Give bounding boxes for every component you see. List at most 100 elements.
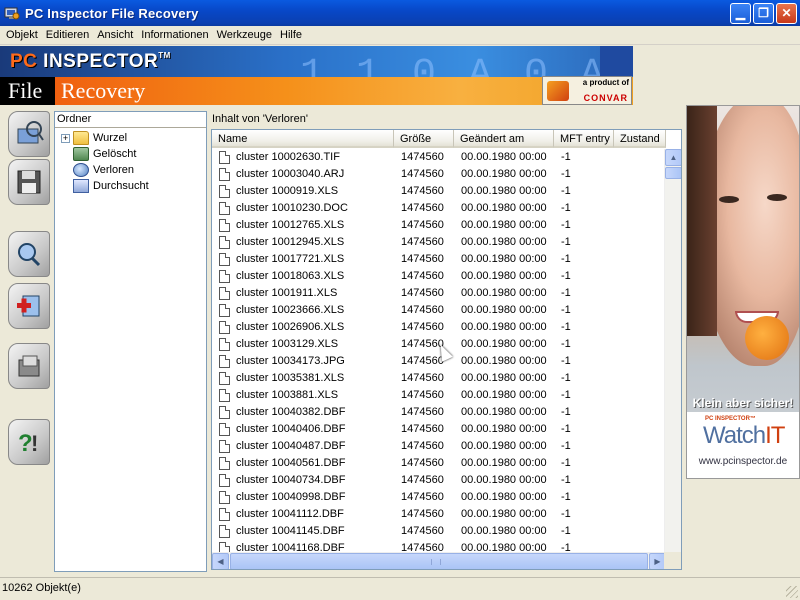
scroll-up-button[interactable]: ▲ [665,149,681,166]
menu-editieren[interactable]: Editieren [42,29,93,41]
banner-decoration [600,46,633,76]
expand-icon[interactable]: + [61,133,70,143]
folder-panel: Ordner + Wurzel Gelöscht Verloren Durchs… [54,111,207,572]
watchit-logo: PC INSPECTOR™ WatchIT www.pcinspector.de [687,412,799,478]
add-file-button[interactable] [6,281,52,331]
scroll-left-button[interactable]: ◀ [212,553,229,569]
modified-date-cell: 00.00.1980 00:00 [461,202,547,214]
file-icon [219,457,230,470]
maximize-button[interactable]: ❐ [753,2,774,24]
column-header-modified[interactable]: Geändert am [454,130,554,148]
table-row[interactable]: cluster 10040998.DBF 1474560 00.00.1980 00… [212,489,666,506]
column-header-state[interactable]: Zustand [614,130,666,148]
file-size-cell: 1474560 [401,185,444,197]
file-icon [219,474,230,487]
file-size-cell: 1474560 [401,508,444,520]
advertisement-banner[interactable]: Klein aber sicher! PC INSPECTOR™ WatchIT… [686,105,800,479]
minimize-button[interactable]: ▁ [730,2,751,24]
table-row[interactable]: cluster 10035381.XLS 1474560 00.00.1980 00… [212,370,666,387]
tree-item-geloescht[interactable]: Gelöscht [55,146,206,162]
modified-date-cell: 00.00.1980 00:00 [461,236,547,248]
table-row[interactable]: cluster 10040734.DBF 1474560 00.00.1980 00… [212,472,666,489]
table-row[interactable]: cluster 10012945.XLS 1474560 00.00.1980 00… [212,234,666,251]
file-name-cell: cluster 1003881.XLS [236,389,339,401]
file-size-cell: 1474560 [401,474,444,486]
tree-item-durchsucht[interactable]: Durchsucht [55,178,206,194]
file-name-cell: cluster 10003040.ARJ [236,168,345,180]
table-row[interactable]: cluster 1000919.XLS 1474560 00.00.1980 00:… [212,183,666,200]
table-row[interactable]: cluster 10040406.DBF 1474560 00.00.1980 00… [212,421,666,438]
file-name-cell: cluster 10012765.XLS [236,219,345,231]
table-row[interactable]: cluster 1003881.XLS 1474560 00.00.1980 00:… [212,387,666,404]
file-icon [219,440,230,453]
arrow-up-icon: ▲ [669,153,678,162]
open-folder-button[interactable] [6,341,52,391]
modified-date-cell: 00.00.1980 00:00 [461,338,547,350]
menu-informationen[interactable]: Informationen [137,29,212,41]
file-size-cell: 1474560 [401,304,444,316]
file-size-cell: 1474560 [401,253,444,265]
table-row[interactable]: cluster 10002630.TIF 1474560 00.00.1980 00… [212,149,666,166]
modified-date-cell: 00.00.1980 00:00 [461,168,547,180]
vertical-scrollbar[interactable]: ▲ ▼ [664,149,681,569]
horizontal-scrollbar[interactable]: ◀ ▶ [212,552,666,569]
column-header-size[interactable]: Größe [394,130,454,148]
tree-item-wurzel[interactable]: + Wurzel [55,130,206,146]
table-row[interactable]: cluster 10010230.DOC 1474560 00.00.1980 00… [212,200,666,217]
scan-drive-button[interactable] [6,109,52,159]
close-button[interactable]: ✕ [776,2,797,24]
file-name-cell: cluster 10018063.XLS [236,270,345,282]
table-row[interactable]: cluster 10023666.XLS 1474560 00.00.1980 00… [212,302,666,319]
ad-url[interactable]: www.pcinspector.de [687,456,799,467]
table-row[interactable]: cluster 10018063.XLS 1474560 00.00.1980 00… [212,268,666,285]
save-button[interactable] [6,157,52,207]
file-icon [219,372,230,385]
table-row[interactable]: cluster 10026906.XLS 1474560 00.00.1980 00… [212,319,666,336]
menu-ansicht[interactable]: Ansicht [93,29,137,41]
mft-entry-cell: -1 [561,185,571,197]
column-header-name[interactable]: Name [212,130,394,148]
modified-date-cell: 00.00.1980 00:00 [461,491,547,503]
file-size-cell: 1474560 [401,270,444,282]
mft-entry-cell: -1 [561,151,571,163]
mft-entry-cell: -1 [561,270,571,282]
mft-entry-cell: -1 [561,355,571,367]
table-row[interactable]: cluster 10040487.DBF 1474560 00.00.1980 00… [212,438,666,455]
find-button[interactable] [6,229,52,279]
file-size-cell: 1474560 [401,168,444,180]
resize-grip-icon[interactable] [786,586,798,598]
file-icon [219,168,230,181]
horizontal-scroll-thumb[interactable] [230,553,648,569]
modified-date-cell: 00.00.1980 00:00 [461,270,547,282]
table-row[interactable]: cluster 10040561.DBF 1474560 00.00.1980 00… [212,455,666,472]
table-row[interactable]: cluster 10041112.DBF 1474560 00.00.1980 00… [212,506,666,523]
tree-item-verloren[interactable]: Verloren [55,162,206,178]
folder-tree: + Wurzel Gelöscht Verloren Durchsucht [55,128,206,194]
modified-date-cell: 00.00.1980 00:00 [461,304,547,316]
table-row[interactable]: cluster 10041145.DBF 1474560 00.00.1980 00… [212,523,666,540]
vertical-scroll-thumb[interactable] [665,167,681,179]
table-row[interactable]: cluster 10003040.ARJ 1474560 00.00.1980 00… [212,166,666,183]
table-row[interactable]: cluster 10017721.XLS 1474560 00.00.1980 00… [212,251,666,268]
app-icon[interactable] [4,5,20,21]
table-row[interactable]: cluster 10012765.XLS 1474560 00.00.1980 00… [212,217,666,234]
menu-hilfe[interactable]: Hilfe [276,29,306,41]
help-button[interactable]: ?! [6,417,52,467]
object-count: 10262 Objekt(e) [2,582,81,594]
ad-tagline: Klein aber sicher! [692,396,794,410]
modified-date-cell: 00.00.1980 00:00 [461,219,547,231]
menu-werkzeuge[interactable]: Werkzeuge [213,29,276,41]
file-icon [219,202,230,215]
file-name-cell: cluster 10034173.JPG [236,355,345,367]
file-icon [219,355,230,368]
restore-icon: ❐ [758,6,769,20]
title-bar[interactable]: PC Inspector File Recovery ▁ ❐ ✕ [0,0,800,26]
column-header-mft-entry[interactable]: MFT entry [554,130,614,148]
table-row[interactable]: cluster 10040382.DBF 1474560 00.00.1980 00… [212,404,666,421]
modified-date-cell: 00.00.1980 00:00 [461,440,547,452]
modified-date-cell: 00.00.1980 00:00 [461,423,547,435]
folder-panel-header: Ordner [55,112,206,128]
table-row[interactable]: cluster 1001911.XLS 1474560 00.00.1980 00:… [212,285,666,302]
menu-objekt[interactable]: Objekt [2,29,42,41]
file-icon [219,151,230,164]
